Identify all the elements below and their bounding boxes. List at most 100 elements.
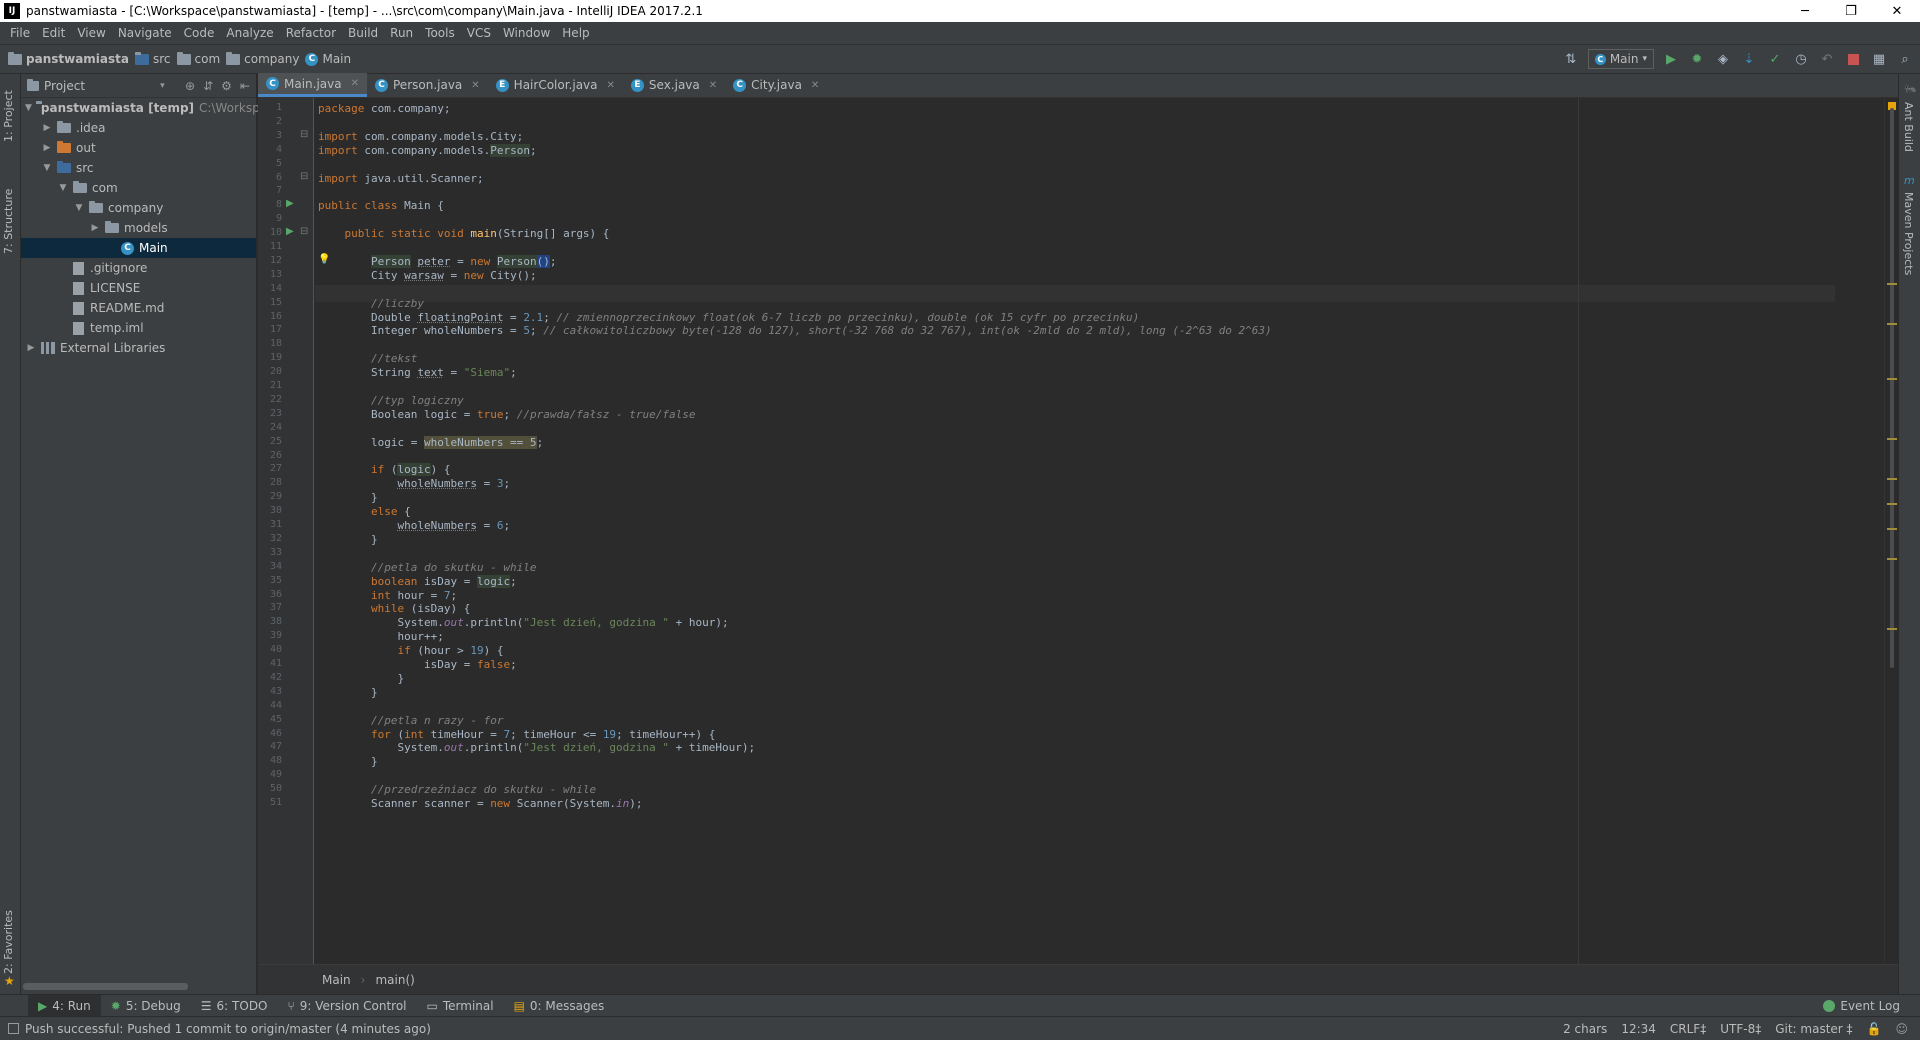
tree-item[interactable]: ▼ panstwamiasta [temp] C:\Workspac [21,98,274,118]
collapse-all-icon[interactable]: ⇵ [203,79,213,93]
menu-help[interactable]: Help [556,26,595,40]
run-gutter-icon[interactable]: ▶ [286,198,294,209]
build-project-icon[interactable]: ⇅ [1562,50,1580,68]
warning-marker[interactable] [1887,528,1897,530]
close-button[interactable]: ✕ [1874,0,1920,22]
breadcrumb-company[interactable]: company [226,51,299,66]
breadcrumb-main[interactable]: C Main [305,52,351,66]
menu-view[interactable]: View [71,26,111,40]
project-structure-icon[interactable]: ▦ [1870,50,1888,68]
vcs-history-icon[interactable]: ◷ [1792,50,1810,68]
menu-run[interactable]: Run [384,26,419,40]
lock-icon[interactable]: 🔓 [1867,1022,1882,1036]
tool-debug[interactable]: ✹ 5: Debug [101,995,191,1017]
close-tab-icon[interactable]: ✕ [709,80,717,91]
tool-run[interactable]: ▶ 4: Run [28,994,101,1017]
fold-icon[interactable]: ⊟ [300,129,308,140]
expand-arrow-icon[interactable]: ▼ [25,103,32,113]
menu-analyze[interactable]: Analyze [220,26,279,40]
tab-ant-build[interactable]: Ant Build [1902,102,1915,152]
warning-marker[interactable] [1887,628,1897,630]
editor-scrollbar-thumb[interactable] [1890,108,1894,668]
warning-marker[interactable] [1887,378,1897,380]
tree-item[interactable]: ▶ External Libraries [21,338,256,358]
tree-item[interactable]: .gitignore [21,258,256,278]
warning-marker[interactable] [1887,478,1897,480]
expand-arrow-icon[interactable]: ▼ [73,203,85,213]
tree-item[interactable]: C Main [21,238,256,258]
breadcrumb-class[interactable]: Main [322,973,351,987]
revert-icon[interactable]: ↶ [1818,50,1836,68]
menu-edit[interactable]: Edit [36,26,71,40]
tree-item[interactable]: ▶ models [21,218,256,238]
status-message-area[interactable]: Push successful: Pushed 1 commit to orig… [8,1022,1563,1036]
tab-favorites[interactable]: 2: Favorites [2,904,15,974]
run-configuration-select[interactable]: C Main ▾ [1587,49,1654,69]
close-tab-icon[interactable]: ✕ [471,80,479,91]
git-branch[interactable]: Git: master ‡ [1775,1022,1852,1036]
minimize-button[interactable]: ─ [1782,0,1828,22]
tab-main[interactable]: C Main.java ✕ [258,73,367,97]
tab-sex[interactable]: E Sex.java ✕ [623,73,725,97]
tree-item[interactable]: ▼ com [21,178,256,198]
tree-item[interactable]: ▼ company [21,198,256,218]
collapse-arrow-icon[interactable]: ▶ [89,223,101,233]
menu-code[interactable]: Code [178,26,221,40]
collapse-arrow-icon[interactable]: ▶ [41,123,53,133]
line-separator[interactable]: CRLF‡ [1670,1022,1706,1036]
coverage-icon[interactable]: ◈ [1714,50,1732,68]
event-log-button[interactable]: Event Log [1823,995,1900,1017]
debug-icon[interactable]: ✹ [1688,50,1706,68]
breadcrumb-project[interactable]: panstwamiasta [8,51,129,66]
gear-icon[interactable]: ⚙ [221,79,232,93]
project-view-selector[interactable]: Project ▾ [27,78,185,93]
tree-item[interactable]: ▼ src [21,158,256,178]
menu-navigate[interactable]: Navigate [112,26,178,40]
tree-item[interactable]: README.md [21,298,256,318]
menu-tools[interactable]: Tools [419,26,461,40]
expand-arrow-icon[interactable]: ▼ [41,163,53,173]
tool-messages[interactable]: ▤ 0: Messages [504,995,615,1017]
error-stripe[interactable] [1884,98,1898,964]
breadcrumb-com[interactable]: com [176,51,220,66]
menu-refactor[interactable]: Refactor [280,26,342,40]
caret-position[interactable]: 12:34 [1621,1022,1656,1036]
search-icon[interactable]: ⌕ [1896,50,1914,68]
scroll-from-source-icon[interactable]: ⊕ [185,79,195,93]
collapse-arrow-icon[interactable]: ▶ [25,343,37,353]
close-tab-icon[interactable]: ✕ [351,78,359,89]
menu-vcs[interactable]: VCS [461,26,497,40]
tool-terminal[interactable]: ▭ Terminal [417,995,504,1017]
inspector-icon[interactable]: ☺ [1895,1022,1908,1036]
breadcrumb-src[interactable]: src [134,51,171,66]
tree-item[interactable]: ▶ .idea [21,118,256,138]
tab-structure[interactable]: 7: Structure [2,174,15,254]
vcs-update-icon[interactable]: ⇣ [1740,50,1758,68]
collapse-arrow-icon[interactable]: ▶ [41,143,53,153]
warning-marker[interactable] [1887,323,1897,325]
code-content[interactable]: package com.company; import com.company.m… [318,98,1838,964]
tree-item[interactable]: temp.iml [21,318,256,338]
file-encoding[interactable]: UTF-8‡ [1720,1022,1761,1036]
maximize-button[interactable]: ❐ [1828,0,1874,22]
fold-icon[interactable]: ⊟ [300,226,308,237]
tab-project[interactable]: 1: Project [2,82,15,142]
tab-maven-projects[interactable]: Maven Projects [1902,192,1915,275]
run-gutter-icon[interactable]: ▶ [286,226,294,237]
fold-icon[interactable]: ⊟ [300,171,308,182]
tool-todo[interactable]: ☰ 6: TODO [191,995,278,1017]
close-tab-icon[interactable]: ✕ [607,80,615,91]
warning-marker[interactable] [1887,503,1897,505]
warning-marker[interactable] [1887,283,1897,285]
tree-item[interactable]: LICENSE [21,278,256,298]
menu-build[interactable]: Build [342,26,384,40]
warning-marker[interactable] [1887,438,1897,440]
horizontal-scrollbar[interactable] [23,983,188,990]
vcs-commit-icon[interactable]: ✓ [1766,50,1784,68]
tool-version-control[interactable]: ⑂ 9: Version Control [278,995,417,1017]
tab-person[interactable]: C Person.java ✕ [367,73,488,97]
run-icon[interactable]: ▶ [1662,50,1680,68]
menu-file[interactable]: File [4,26,36,40]
close-tab-icon[interactable]: ✕ [811,80,819,91]
warning-marker[interactable] [1887,558,1897,560]
